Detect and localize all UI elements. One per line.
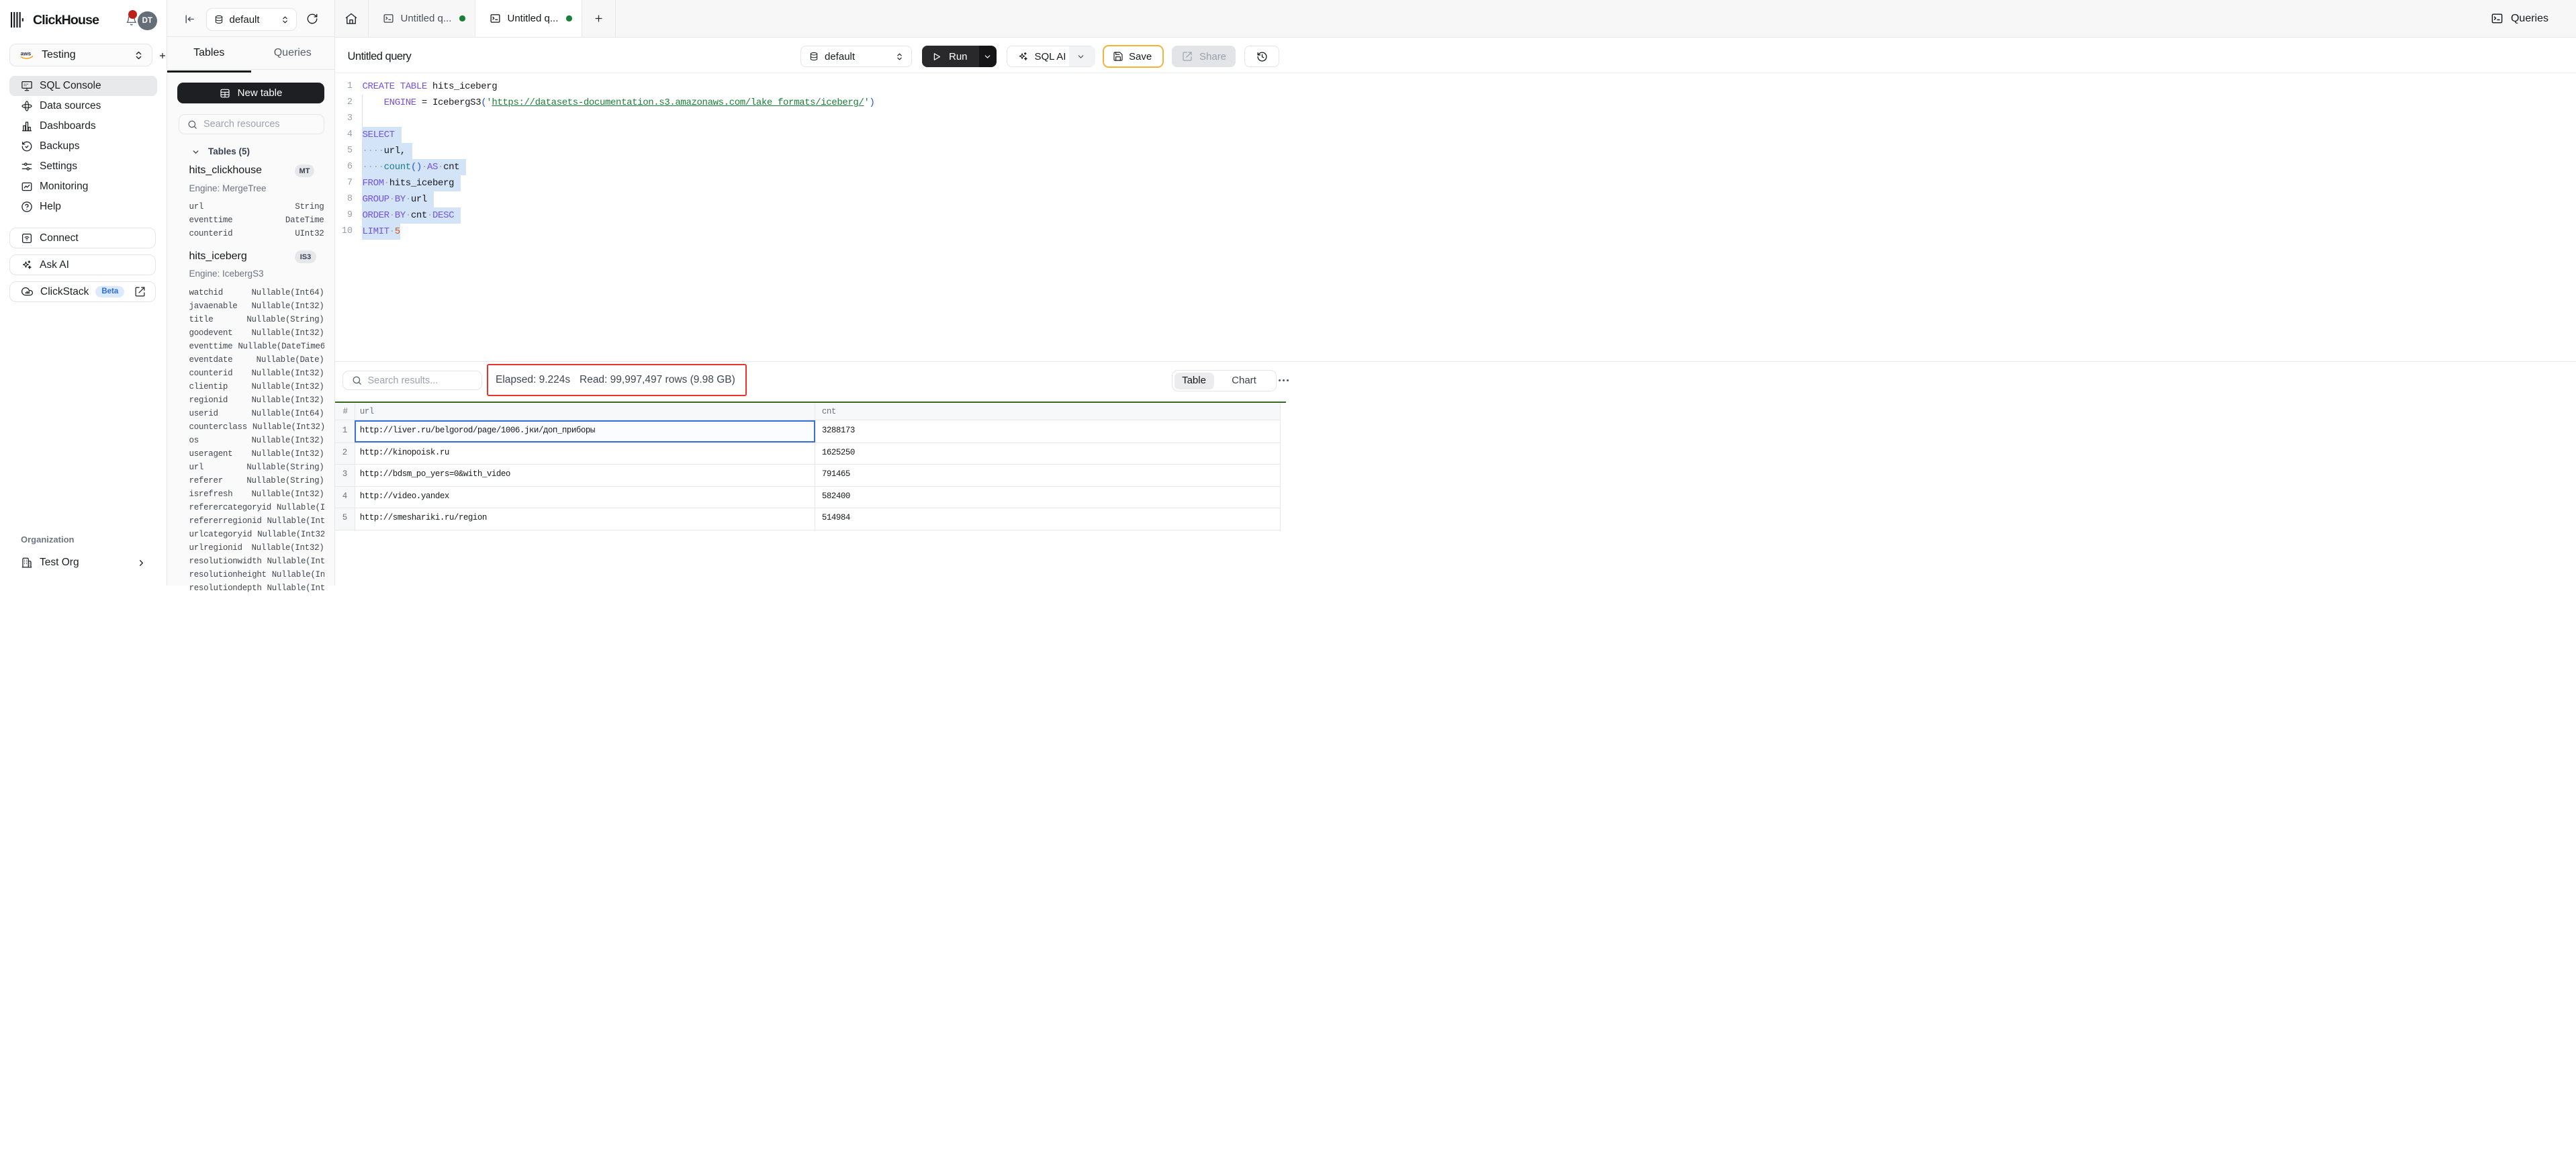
- svg-text:aws: aws: [21, 51, 32, 57]
